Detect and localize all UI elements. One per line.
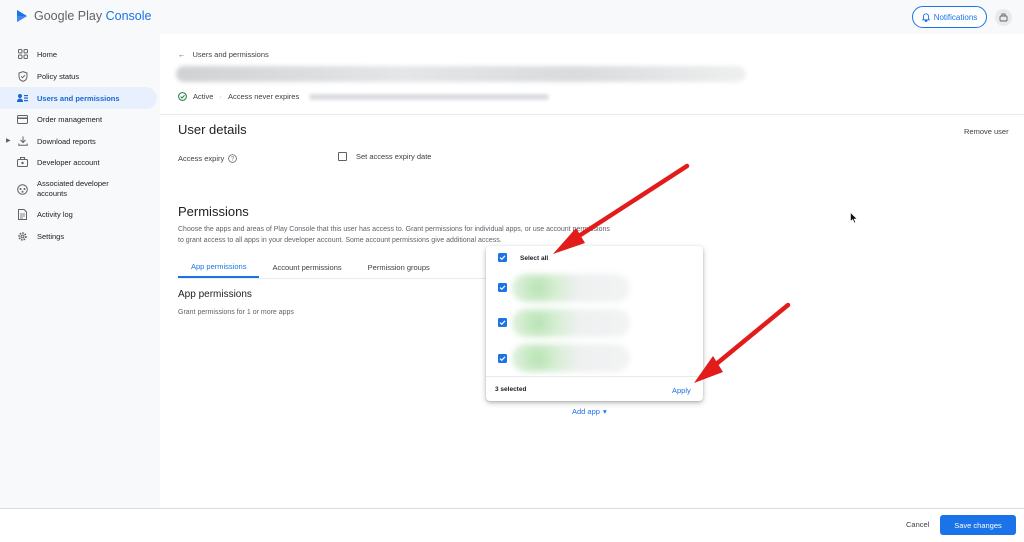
redacted-app-entry [512, 274, 630, 302]
back-link[interactable]: ← Users and permissions [178, 50, 269, 59]
app-permissions-title: App permissions [178, 289, 252, 300]
status-badge: Active [193, 92, 214, 101]
link-circle-icon [17, 183, 28, 195]
play-logo-icon [17, 10, 27, 22]
tab-permission-groups[interactable]: Permission groups [355, 256, 443, 278]
sidebar-item-download-reports[interactable]: Download reports [0, 130, 157, 152]
expiry-status: Access never expires [227, 92, 300, 101]
redacted-app-entry [512, 309, 630, 337]
set-expiry-label: Set access expiry date [356, 152, 432, 161]
sidebar-item-label: Home [37, 49, 58, 59]
sidebar-item-label: Download reports [37, 136, 96, 146]
remove-user-button[interactable]: Remove user [964, 127, 1009, 136]
save-changes-button[interactable]: Save changes [940, 515, 1016, 535]
header-divider [160, 114, 1024, 115]
top-bar: Google Play Console Notifications [0, 0, 1024, 34]
redacted-user-email [176, 66, 746, 82]
sidebar-item-associated-developer-accounts[interactable]: Associated developer accounts [0, 176, 157, 202]
select-all-checkbox[interactable] [498, 253, 507, 262]
app-checkbox[interactable] [498, 318, 507, 327]
app-permissions-description: Grant permissions for 1 or more apps [178, 309, 294, 316]
redacted-email-detail [309, 93, 550, 100]
separator-dot: · [219, 92, 222, 101]
redacted-app-entry [512, 344, 630, 372]
gear-icon [17, 231, 28, 242]
sidebar-item-label: Order management [37, 114, 103, 124]
selected-count: 3 selected [495, 386, 527, 393]
shield-icon [17, 70, 28, 82]
sidebar-item-label: Associated developer accounts [37, 179, 109, 198]
help-icon[interactable]: ? [228, 154, 238, 163]
card-icon [17, 114, 28, 125]
popup-footer-divider [486, 376, 703, 377]
access-expiry-label: Access expiry ? [178, 154, 238, 163]
document-icon [17, 208, 28, 220]
sidebar-item-developer-account[interactable]: Developer account [0, 151, 157, 173]
set-expiry-checkbox-row[interactable]: Set access expiry date [338, 152, 431, 161]
app-checkbox[interactable] [498, 283, 507, 292]
sidebar-item-label: Settings [37, 231, 65, 241]
tab-account-permissions[interactable]: Account permissions [259, 256, 354, 278]
notifications-label: Notifications [933, 12, 978, 22]
add-app-label: Add app [572, 407, 600, 416]
sidebar-item-order-management[interactable]: Order management [0, 108, 157, 130]
users-icon [17, 93, 28, 104]
sidebar-item-policy-status[interactable]: Policy status [0, 65, 157, 87]
user-status-row: Active · Access never expires [178, 92, 550, 101]
access-expiry-text: Access expiry [178, 154, 225, 163]
sidebar-item-label: Developer account [37, 157, 100, 167]
sidebar-item-settings[interactable]: Settings [0, 225, 157, 247]
cancel-button[interactable]: Cancel [906, 520, 929, 529]
home-grid-icon [17, 49, 28, 60]
bell-icon [921, 12, 930, 22]
permissions-description-line: Choose the apps and areas of Play Consol… [178, 226, 610, 233]
sidebar-item-label: Policy status [37, 71, 80, 81]
account-avatar-icon[interactable] [995, 9, 1012, 26]
download-icon [17, 136, 28, 147]
briefcase-icon [17, 157, 28, 168]
notifications-button[interactable]: Notifications [912, 6, 987, 28]
app-checkbox[interactable] [498, 354, 507, 363]
back-arrow-icon: ← [178, 50, 186, 59]
back-link-label: Users and permissions [192, 50, 269, 59]
tab-app-permissions[interactable]: App permissions [178, 256, 260, 278]
app-picker-popup: Select all 3 selected Apply [486, 246, 703, 401]
permissions-title: Permissions [178, 204, 249, 219]
bottom-action-bar: Cancel Save changes [0, 508, 1024, 542]
sidebar: Home Policy status Users and permissions… [0, 34, 160, 542]
mouse-cursor-icon [850, 212, 858, 224]
dropdown-caret-icon: ▾ [602, 407, 607, 416]
add-app-button[interactable]: Add app ▾ [572, 407, 607, 416]
sidebar-item-label: Activity log [37, 209, 73, 219]
sidebar-item-users-and-permissions[interactable]: Users and permissions [0, 87, 157, 109]
play-console-logo[interactable]: Google Play Console [16, 9, 151, 23]
sidebar-item-activity-log[interactable]: Activity log [0, 203, 157, 225]
select-all-label[interactable]: Select all [520, 255, 548, 262]
sidebar-item-home[interactable]: Home [0, 43, 157, 65]
permissions-description-line: to grant access to all apps in your deve… [178, 236, 502, 244]
apply-button[interactable]: Apply [672, 386, 691, 395]
check-circle-icon [178, 92, 187, 101]
brand-prefix: Google Play [34, 9, 103, 23]
sidebar-item-label: Users and permissions [37, 93, 120, 103]
set-expiry-checkbox[interactable] [338, 152, 347, 161]
permissions-tabs: App permissions Account permissions Perm… [178, 256, 443, 278]
brand-suffix: Console [105, 9, 152, 23]
permissions-description: Choose the apps and areas of Play Consol… [178, 225, 678, 246]
user-details-title: User details [178, 122, 247, 137]
